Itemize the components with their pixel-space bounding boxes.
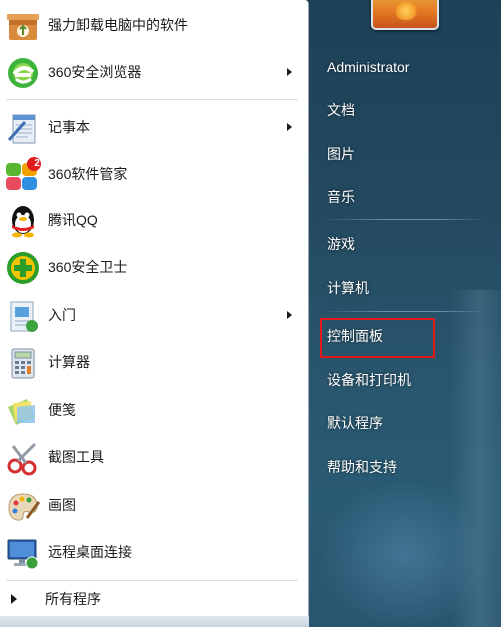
security-guard-icon — [5, 250, 41, 286]
snipping-tool-icon — [5, 440, 41, 476]
program-item[interactable]: 入门 — [0, 292, 300, 338]
submenu-arrow-icon[interactable] — [287, 68, 292, 76]
program-item[interactable]: 便笺 — [0, 387, 300, 433]
highlight-box — [320, 318, 435, 358]
browser-360-icon — [5, 55, 41, 91]
bottom-strip — [0, 616, 309, 627]
all-programs-label: 所有程序 — [45, 591, 101, 607]
right-item-music[interactable]: 音乐 — [327, 186, 355, 208]
notification-badge: 2 — [34, 158, 40, 169]
submenu-arrow-icon[interactable] — [287, 311, 292, 319]
uninstall-box-icon — [5, 8, 41, 44]
right-item-default-programs[interactable]: 默认程序 — [327, 412, 383, 434]
right-item-devices-printers[interactable]: 设备和打印机 — [327, 369, 411, 391]
program-item[interactable]: 360安全浏览器 — [0, 49, 300, 95]
flower-image — [393, 2, 419, 20]
program-item[interactable]: 远程桌面连接 — [0, 529, 300, 575]
right-item-computer[interactable]: 计算机 — [327, 277, 369, 299]
program-item[interactable]: 画图 — [0, 482, 300, 528]
program-label: 腾讯QQ — [48, 212, 98, 228]
all-programs-button[interactable]: 所有程序 — [0, 584, 300, 614]
user-picture[interactable] — [371, 0, 439, 30]
program-item[interactable]: 腾讯QQ — [0, 197, 300, 243]
right-item-documents[interactable]: 文档 — [327, 99, 355, 121]
program-label: 画图 — [48, 497, 76, 513]
separator — [6, 580, 298, 581]
qq-penguin-icon — [5, 203, 41, 239]
right-item-games[interactable]: 游戏 — [327, 233, 355, 255]
program-item[interactable]: 强力卸载电脑中的软件 — [0, 2, 300, 48]
right-separator — [322, 219, 487, 220]
program-item[interactable]: 360安全卫士 — [0, 244, 300, 290]
right-item-administrator[interactable]: Administrator — [327, 56, 409, 78]
paint-icon — [5, 488, 41, 524]
right-pane — [300, 0, 501, 627]
remote-desktop-icon — [5, 535, 41, 571]
program-label: 便笺 — [48, 402, 76, 418]
program-item[interactable]: 计算器 — [0, 339, 300, 385]
program-label: 360软件管家 — [48, 166, 128, 182]
program-label: 360安全浏览器 — [48, 64, 142, 80]
program-item[interactable]: 记事本 — [0, 104, 300, 150]
program-label: 远程桌面连接 — [48, 544, 132, 560]
separator — [6, 99, 298, 100]
program-label: 强力卸载电脑中的软件 — [48, 17, 188, 33]
submenu-arrow-icon[interactable] — [287, 123, 292, 131]
getting-started-icon — [5, 298, 41, 334]
program-label: 截图工具 — [48, 449, 104, 465]
program-label: 360安全卫士 — [48, 259, 128, 275]
program-item[interactable]: 截图工具 — [0, 434, 300, 480]
sticky-notes-icon — [5, 393, 41, 429]
program-label: 记事本 — [48, 119, 90, 135]
left-pane: 强力卸载电脑中的软件 360安全浏览器 记事本 2 360软件管家 腾讯QQ 3… — [0, 0, 309, 627]
right-item-pictures[interactable]: 图片 — [327, 143, 355, 165]
calculator-icon — [5, 345, 41, 381]
program-item[interactable]: 2 360软件管家 — [0, 151, 300, 197]
right-separator — [322, 311, 487, 312]
program-label: 入门 — [48, 307, 76, 323]
arrow-right-icon — [11, 594, 17, 604]
right-item-help-support[interactable]: 帮助和支持 — [327, 456, 397, 478]
pane-stripe — [450, 290, 501, 627]
program-label: 计算器 — [48, 354, 90, 370]
notepad-icon — [5, 110, 41, 146]
